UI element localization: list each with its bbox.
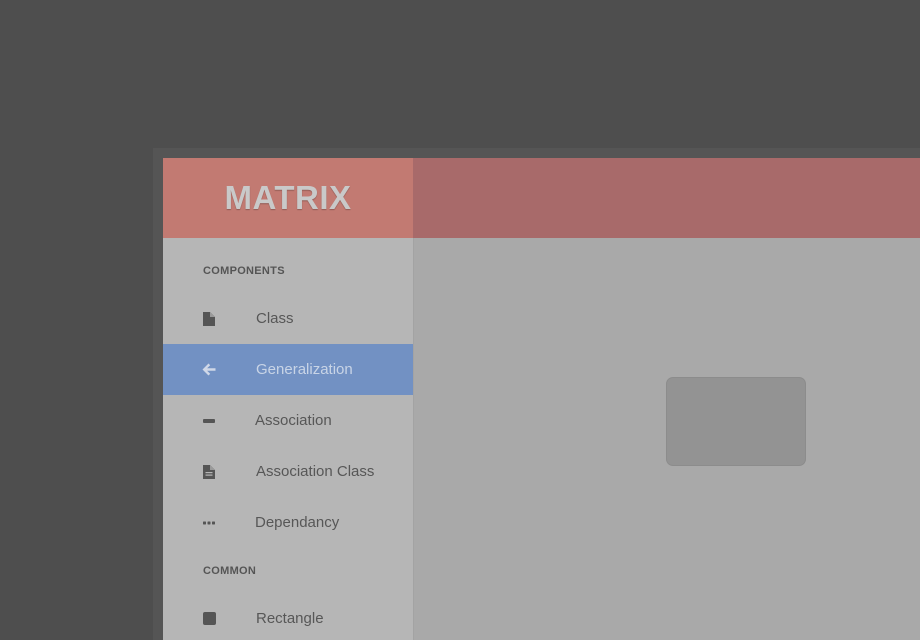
app-window: MATRIX COMPONENTS Class Generalization A… [163, 158, 920, 640]
line-icon [202, 414, 216, 428]
sidebar-item-class[interactable]: Class [163, 293, 413, 344]
sidebar-item-association-class[interactable]: Association Class [163, 446, 413, 497]
diagram-canvas[interactable] [414, 238, 920, 640]
app-title: MATRIX [224, 179, 352, 216]
square-icon [202, 612, 216, 626]
sidebar: COMPONENTS Class Generalization Associat… [163, 238, 414, 640]
document-icon [202, 311, 216, 326]
dotted-line-icon [202, 516, 216, 530]
app-header: MATRIX [163, 158, 920, 238]
sidebar-item-label: Class [256, 310, 294, 327]
sidebar-item-rectangle[interactable]: Rectangle [163, 593, 413, 640]
sidebar-item-label: Generalization [256, 361, 353, 378]
document-lines-icon [202, 464, 216, 479]
sidebar-item-generalization[interactable]: Generalization [163, 344, 413, 395]
sidebar-item-label: Association [255, 412, 332, 429]
sidebar-item-label: Rectangle [256, 610, 324, 627]
desktop-backdrop: MATRIX COMPONENTS Class Generalization A… [0, 0, 920, 640]
arrow-left-icon [202, 363, 216, 377]
sidebar-item-label: Dependancy [255, 514, 340, 531]
sidebar-item-association[interactable]: Association [163, 395, 413, 446]
sidebar-item-dependancy[interactable]: Dependancy [163, 497, 413, 548]
brand-area: MATRIX [163, 158, 413, 238]
section-title-components: COMPONENTS [203, 265, 285, 277]
sidebar-item-label: Association Class [256, 463, 375, 480]
rectangle-shape[interactable] [666, 377, 806, 466]
section-title-common: COMMON [203, 565, 257, 577]
